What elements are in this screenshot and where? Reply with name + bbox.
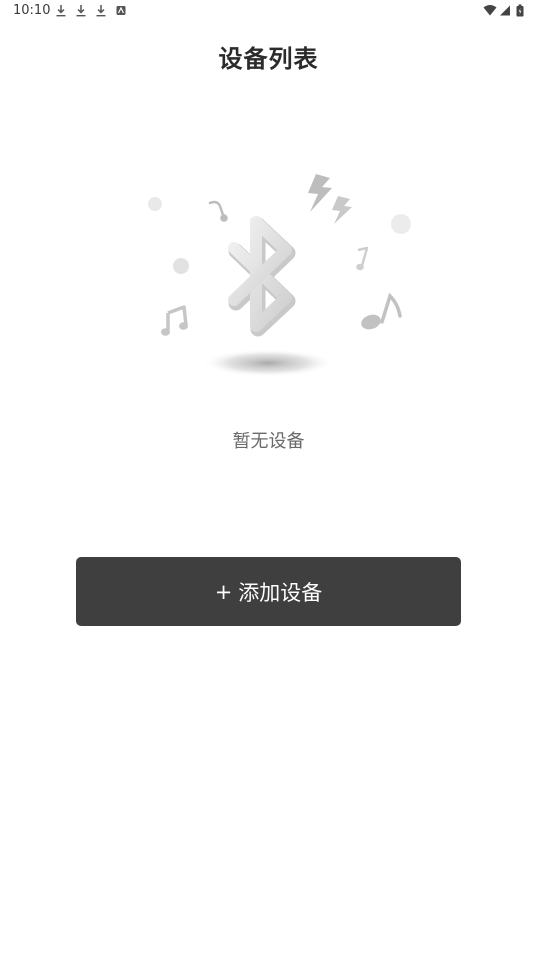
- music-note-icon: [361, 292, 402, 330]
- plus-icon: +: [214, 579, 233, 604]
- lightning-icon: [332, 196, 352, 224]
- music-note-icon: [208, 200, 228, 222]
- wifi-icon: [483, 4, 497, 17]
- add-device-label: 添加设备: [238, 580, 323, 605]
- signal-icon: [499, 4, 511, 17]
- dot-icon: [173, 258, 189, 274]
- status-bar: 10:10: [0, 0, 537, 22]
- empty-state-message: 暂无设备: [232, 431, 305, 452]
- status-time: 10:10: [13, 3, 51, 18]
- add-device-button[interactable]: + 添加设备: [76, 557, 461, 626]
- notification-icon: [115, 4, 127, 17]
- shadow-ellipse: [202, 349, 334, 377]
- dot-icon: [391, 214, 411, 234]
- page-title: 设备列表: [218, 45, 319, 73]
- dot-icon: [148, 197, 162, 211]
- lightning-icon: [308, 174, 332, 212]
- bluetooth-icon: [228, 216, 296, 337]
- empty-state-illustration: [140, 160, 420, 385]
- device-list-screen: 10:10 设备列表 暂无设备 + 添加设备: [0, 0, 537, 954]
- download-icon: [95, 4, 107, 17]
- download-icon: [75, 4, 87, 17]
- battery-icon: [516, 4, 524, 17]
- music-note-icon: [161, 305, 188, 336]
- download-icon: [55, 4, 67, 17]
- music-note-icon: [356, 246, 369, 271]
